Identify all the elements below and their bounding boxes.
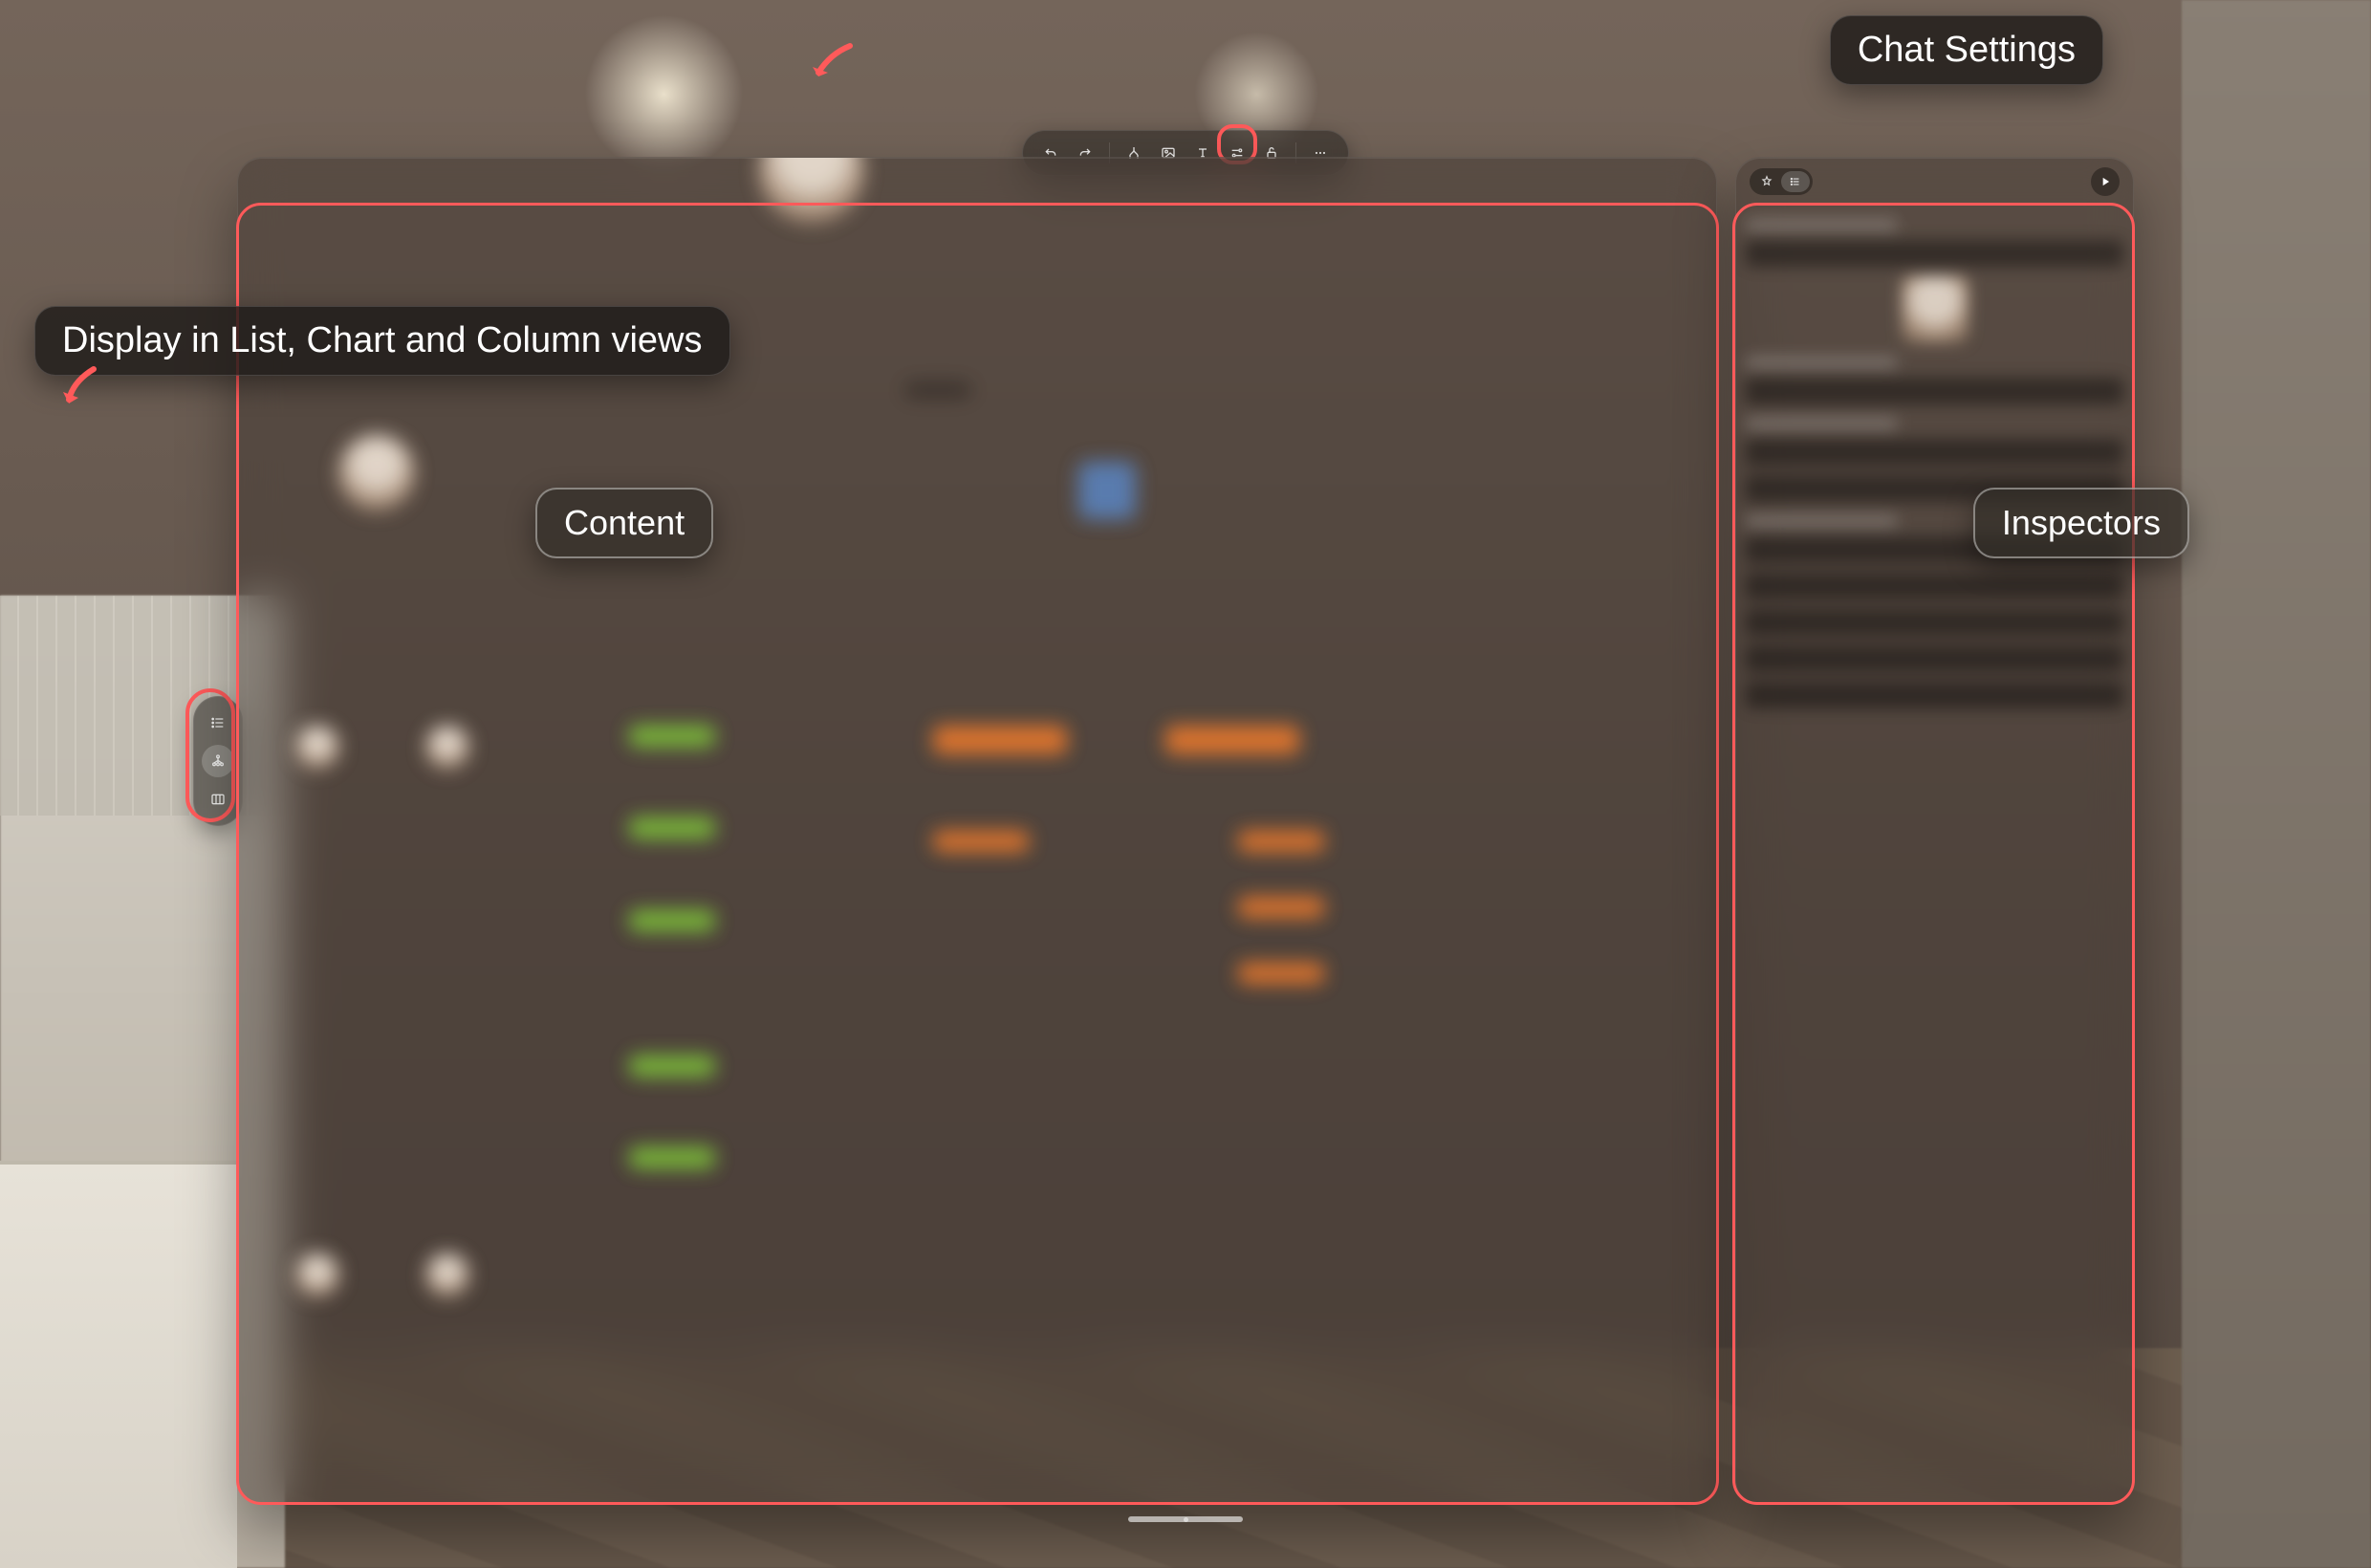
list-view-button[interactable] xyxy=(202,707,234,739)
inspector-blurred xyxy=(1746,206,2123,1494)
kitchen-counter xyxy=(0,1161,237,1568)
inspector-panel[interactable] xyxy=(1735,157,2134,1505)
right-wall xyxy=(2182,0,2371,1568)
callout-chat-settings: Chat Settings xyxy=(1830,15,2103,85)
column-view-button[interactable] xyxy=(202,783,234,816)
home-indicator[interactable] xyxy=(1128,1516,1243,1522)
inspector-header xyxy=(1736,165,2133,198)
inspector-tabs xyxy=(1750,168,1813,195)
play-button[interactable] xyxy=(2091,167,2120,196)
inspector-tab-list[interactable] xyxy=(1781,171,1810,192)
callout-content: Content xyxy=(535,488,713,558)
inspector-tab-info[interactable] xyxy=(1752,171,1781,192)
callout-views: Display in List, Chart and Column views xyxy=(34,306,730,376)
view-switch xyxy=(193,696,243,826)
callout-inspectors: Inspectors xyxy=(1973,488,2189,558)
chart-view-button[interactable] xyxy=(202,745,234,777)
